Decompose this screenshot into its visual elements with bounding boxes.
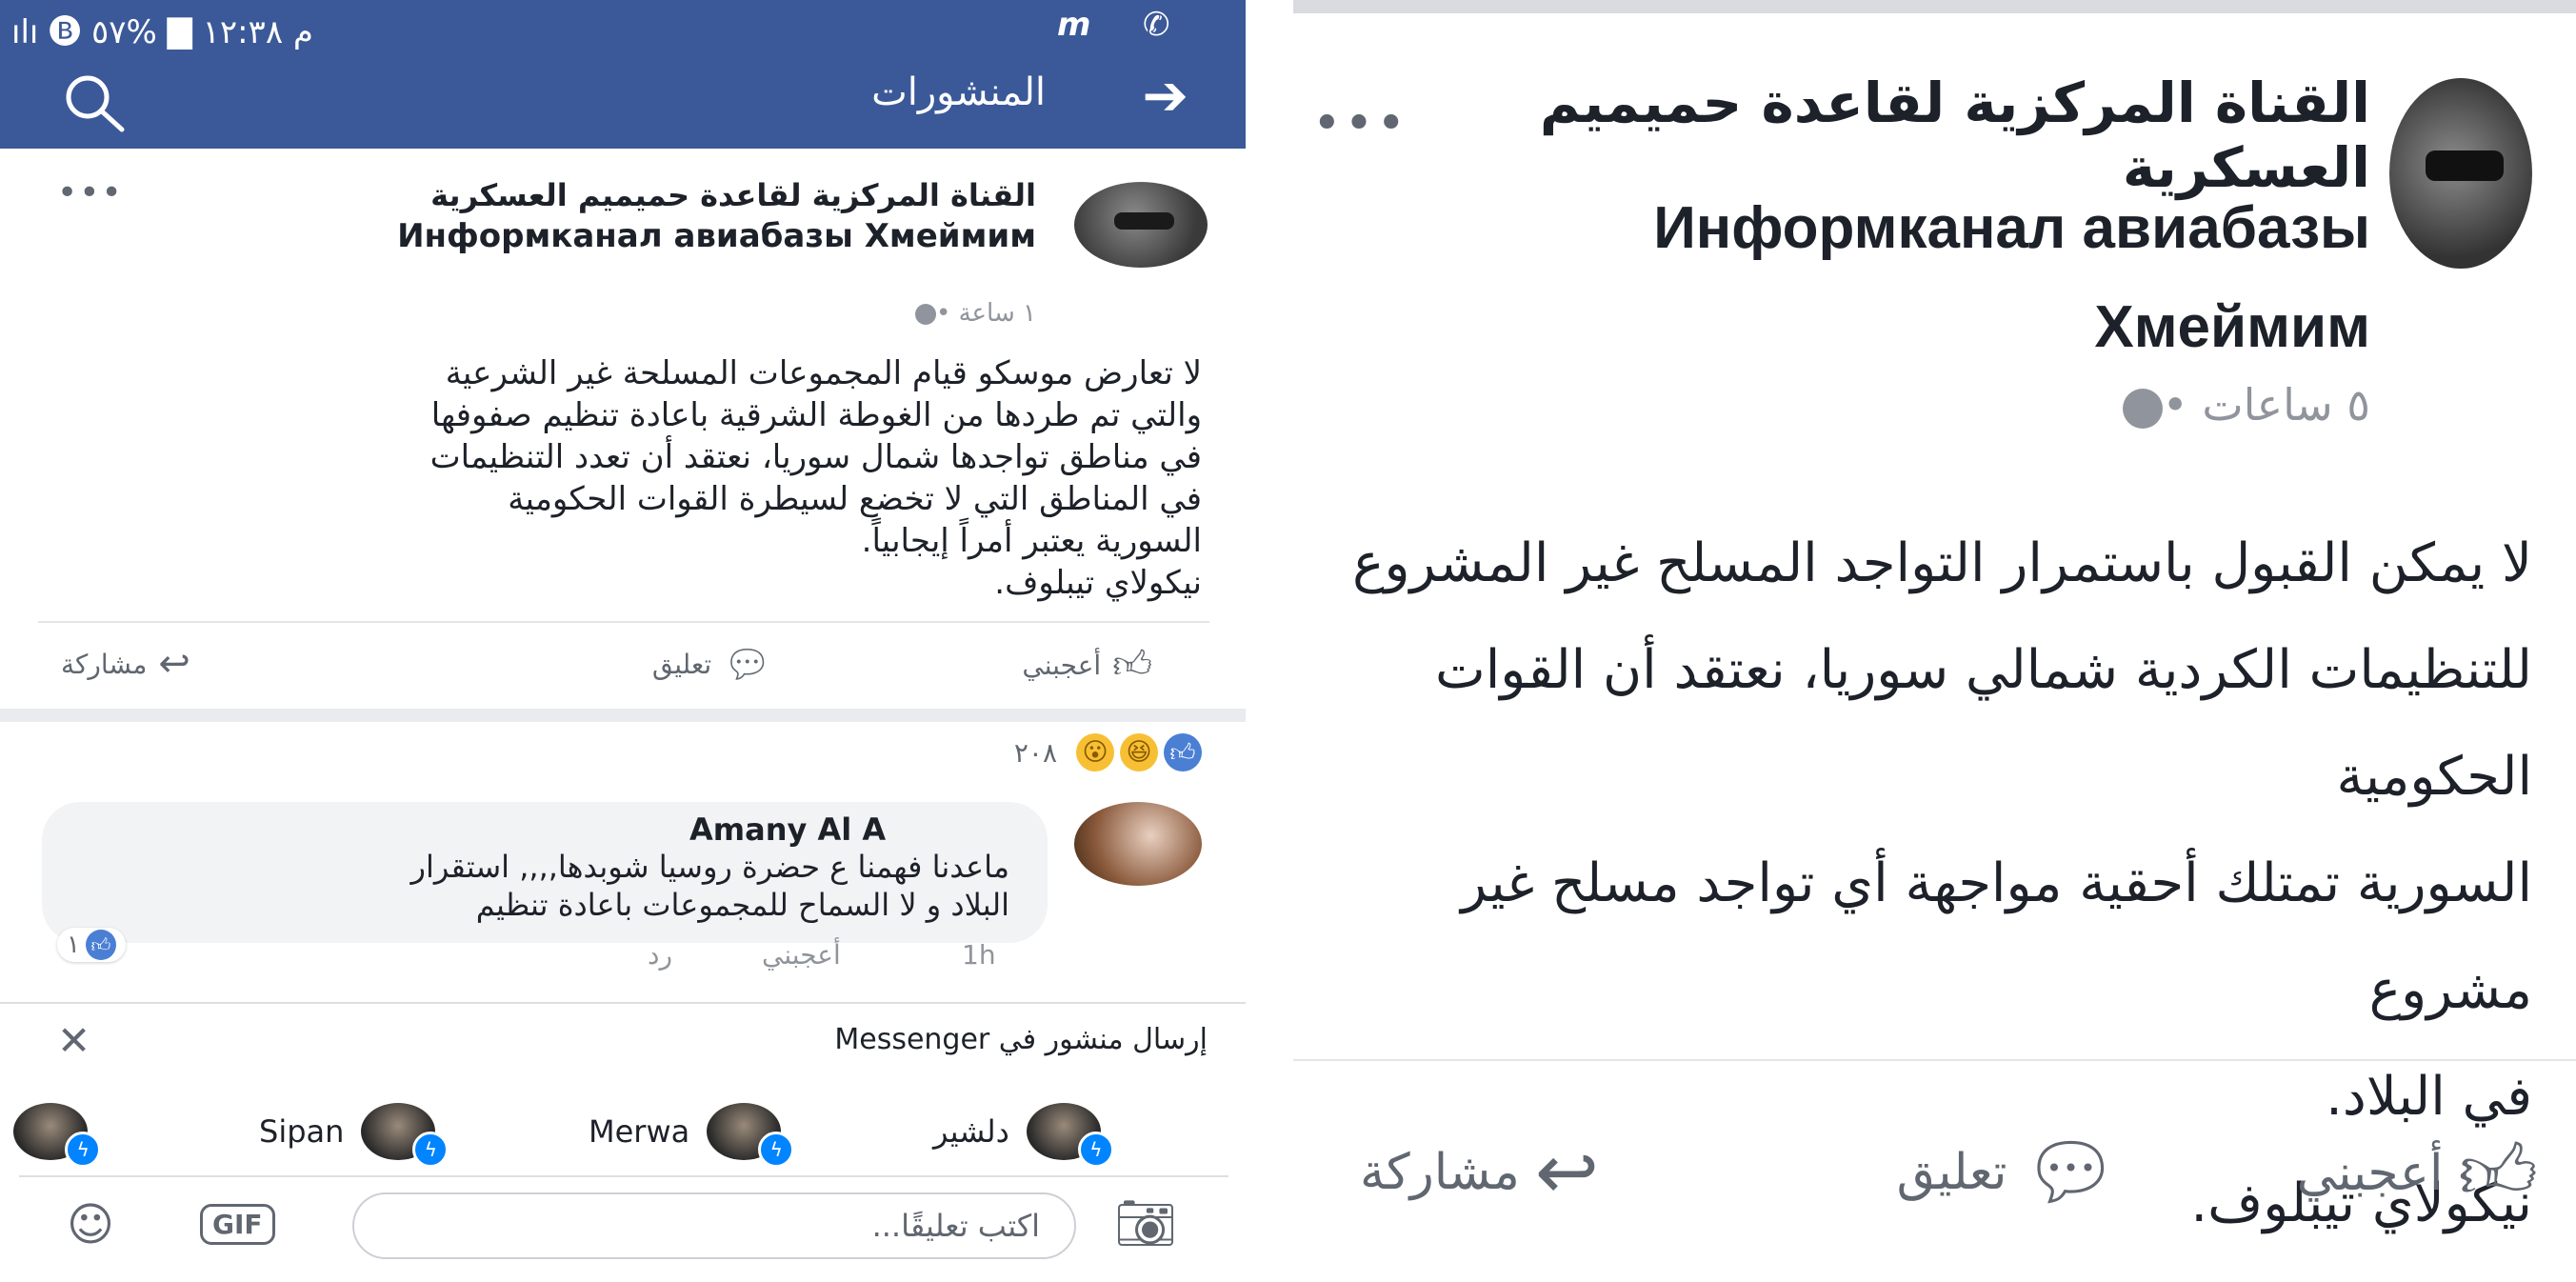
section-divider bbox=[0, 709, 1246, 722]
comment-text: ماعدنا فهمنا ع حضرة روسيا شوبدها,,,, است… bbox=[410, 849, 1010, 923]
thumbs-up-icon: 👍︎ bbox=[1112, 643, 1152, 687]
contact-avatar: ϟ bbox=[707, 1103, 795, 1168]
sheet-title: إرسال منشور في Messenger bbox=[834, 1023, 1208, 1056]
contact-avatar: ϟ bbox=[1026, 1103, 1114, 1168]
wow-reaction-icon: 😮︎ bbox=[1076, 733, 1114, 771]
reaction-count: ٢٠٨ bbox=[1013, 736, 1057, 769]
zoomed-post-panel: القناة المركزية لقاعدة حميميم العسكرية И… bbox=[1293, 0, 2576, 1282]
contacts-row: دلشير ϟ Merwa ϟ Sipan ϟ لؤ ϟ bbox=[0, 1092, 1246, 1177]
status-text: م ١٢:٣٨ ▇ %٥٧ ılı 🅑 bbox=[11, 13, 313, 51]
carrier-icon: m bbox=[1057, 6, 1091, 44]
top-edge bbox=[1293, 0, 2576, 13]
thumbs-up-icon: 👍︎ bbox=[2458, 1128, 2538, 1216]
contact-item[interactable]: Merwa ϟ bbox=[589, 1092, 795, 1172]
comment-like-count-text: ١ bbox=[67, 931, 80, 959]
viber-icon: ✆ bbox=[1143, 6, 1170, 44]
more-options-icon[interactable]: ••• bbox=[57, 173, 124, 212]
zoomed-like-button[interactable]: 👍︎ أعجبني bbox=[2297, 1128, 2538, 1219]
comment-composer: ☺ GIF اكتب تعليقًا... 📷︎ bbox=[19, 1175, 1228, 1271]
comment-like-count: ١ 👍︎ bbox=[57, 928, 126, 962]
comment-button[interactable]: 💬︎ تعليق bbox=[652, 642, 771, 687]
contact-name: Merwa bbox=[589, 1113, 690, 1150]
zoomed-post-timestamp: ٥ ساعات • bbox=[2113, 379, 2370, 431]
comment-meta: 1h أعجبني رد bbox=[57, 935, 1009, 973]
contact-item[interactable]: دلشير ϟ bbox=[933, 1092, 1114, 1172]
messenger-icon: ϟ bbox=[412, 1132, 449, 1168]
like-label: أعجبني bbox=[1022, 649, 1102, 681]
arrow-right-icon[interactable]: ➔ bbox=[1142, 63, 1188, 128]
zoomed-action-bar: 👍︎ أعجبني 💬︎ تعليق ↩ مشاركة bbox=[1293, 1059, 2576, 1282]
post-body: لا تعارض موسكو قيام المجموعات المسلحة غي… bbox=[429, 354, 1202, 602]
speech-bubble-icon: 💬︎ bbox=[723, 643, 771, 687]
zoomed-share-label: مشاركة bbox=[1360, 1143, 1520, 1201]
like-reaction-icon: 👍︎ bbox=[85, 930, 116, 960]
post-action-bar: 👍︎ أعجبني 💬︎ تعليق ↩ مشاركة bbox=[38, 621, 1209, 707]
zoomed-page-name-russian[interactable]: Информканал авиабазы Хмеймим bbox=[1589, 179, 2370, 377]
post-header: القناة المركزية لقاعدة حميميم العسكرية И… bbox=[0, 158, 1246, 339]
comment-reply-button[interactable]: رد bbox=[648, 939, 672, 971]
contact-name: Sipan bbox=[259, 1113, 345, 1150]
zoomed-comment-label: تعليق bbox=[1896, 1144, 2007, 1201]
share-arrow-icon: ↩ bbox=[1534, 1128, 1599, 1216]
speech-bubble-icon: 💬︎ bbox=[2022, 1128, 2119, 1216]
gif-button[interactable]: GIF bbox=[200, 1204, 275, 1245]
share-label: مشاركة bbox=[61, 648, 148, 680]
commenter-avatar[interactable] bbox=[1074, 802, 1202, 886]
contact-avatar: ϟ bbox=[13, 1103, 102, 1168]
close-icon[interactable]: ✕ bbox=[57, 1017, 90, 1064]
comment-like-button[interactable]: أعجبني bbox=[762, 939, 841, 971]
page-name-arabic[interactable]: القناة المركزية لقاعدة حميميم العسكرية bbox=[430, 177, 1036, 213]
post-time-text: ١ ساعة • bbox=[936, 299, 1036, 328]
share-arrow-icon: ↩ bbox=[158, 642, 190, 686]
panel-gap bbox=[1246, 0, 1293, 1282]
top-navigation-bar: ➔ المنشورات bbox=[0, 50, 1246, 149]
page-name-russian[interactable]: Информканал авиабазы Хмеймим bbox=[331, 217, 1036, 255]
like-button[interactable]: 👍︎ أعجبني bbox=[1022, 642, 1152, 688]
messenger-icon: ϟ bbox=[1077, 1132, 1114, 1168]
haha-reaction-icon: 😆︎ bbox=[1120, 733, 1158, 771]
comment-time: 1h bbox=[962, 939, 996, 971]
page-title: المنشورات bbox=[871, 70, 1046, 114]
contact-item[interactable]: Sipan ϟ bbox=[259, 1092, 449, 1172]
messenger-icon: ϟ bbox=[65, 1132, 102, 1168]
reactions-summary[interactable]: ٢٠٨ 😮︎ 😆︎ 👍︎ bbox=[1014, 731, 1202, 773]
more-options-icon[interactable]: ••• bbox=[1312, 95, 1408, 152]
zoomed-comment-button[interactable]: 💬︎ تعليق bbox=[1897, 1128, 2119, 1217]
contact-name: دلشير bbox=[933, 1113, 1009, 1150]
like-reaction-icon: 👍︎ bbox=[1164, 733, 1202, 771]
contact-item[interactable]: لؤ ϟ bbox=[0, 1092, 102, 1172]
contact-avatar: ϟ bbox=[361, 1103, 449, 1168]
comment-bubble: Amany Al A ماعدنا فهمنا ع حضرة روسيا شوب… bbox=[42, 802, 1048, 943]
status-bar: م ١٢:٣٨ ▇ %٥٧ ılı 🅑 m ✆ bbox=[0, 0, 1246, 51]
page-avatar-large[interactable] bbox=[2389, 78, 2532, 269]
globe-icon bbox=[2122, 388, 2163, 429]
comment-label: تعليق bbox=[651, 649, 712, 680]
page-avatar[interactable] bbox=[1074, 182, 1208, 268]
globe-icon bbox=[915, 303, 936, 325]
share-button[interactable]: ↩ مشاركة bbox=[61, 642, 190, 686]
camera-icon[interactable]: 📷︎ bbox=[1114, 1194, 1177, 1252]
comment-input[interactable]: اكتب تعليقًا... bbox=[352, 1192, 1076, 1259]
phone-screenshot-panel: م ١٢:٣٨ ▇ %٥٧ ılı 🅑 m ✆ ➔ المنشورات القن… bbox=[0, 0, 1246, 1282]
comment-author[interactable]: Amany Al A bbox=[80, 811, 1009, 848]
zoomed-like-label: أعجبني bbox=[2296, 1145, 2444, 1202]
messenger-icon: ϟ bbox=[758, 1132, 795, 1168]
post-timestamp: ١ ساعة • bbox=[909, 299, 1036, 328]
emoji-icon[interactable]: ☺ bbox=[67, 1198, 114, 1252]
search-icon[interactable] bbox=[53, 69, 139, 135]
zoomed-post-time-text: ٥ ساعات • bbox=[2162, 379, 2370, 431]
zoomed-share-button[interactable]: ↩ مشاركة bbox=[1360, 1128, 1599, 1216]
